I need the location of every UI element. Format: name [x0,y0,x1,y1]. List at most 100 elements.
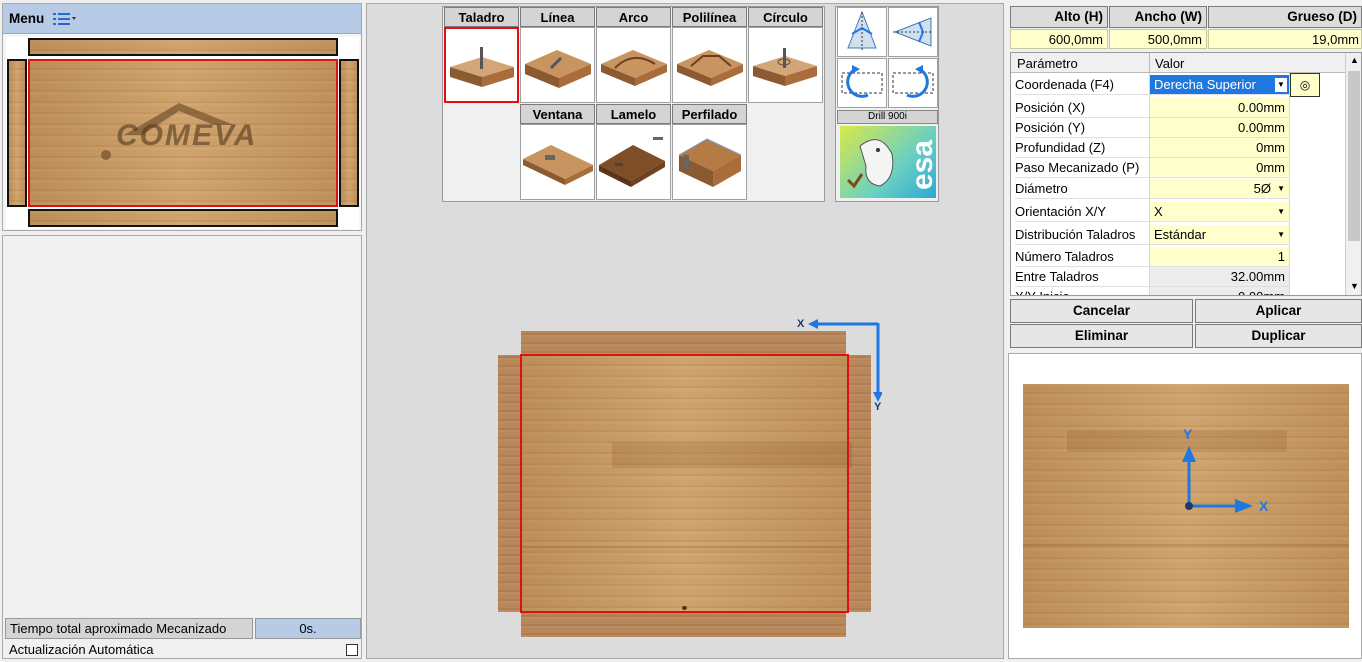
left-lower-panel: Tiempo total aproximado Mecanizado 0s. A… [2,235,362,659]
drill-icon [450,47,514,87]
thumb-edge-top [28,38,338,56]
coordinate-value: Derecha Superior [1154,77,1256,92]
position-x-field[interactable]: 0.00mm [1150,98,1289,118]
flip-horizontal-button[interactable] [837,7,887,57]
parameter-grid: Parámetro Valor Coordenada (F4) Derecha … [1010,52,1362,296]
param-column-header: Parámetro [1017,56,1078,71]
origin-axes-icon [808,319,882,402]
xy-start-field: 0.00mm [1150,287,1289,295]
axis-y-label: Y [874,401,882,413]
tool-arco-button[interactable] [596,27,671,103]
duplicate-button[interactable]: Duplicar [1195,324,1362,348]
param-row-name: Distribución Taladros [1015,225,1149,245]
line-icon [525,50,591,88]
dimensions-header: Alto (H) Ancho (W) Grueso (D) 600,0mm 50… [1008,4,1362,50]
drill-count-field[interactable]: 1 [1150,247,1289,267]
preview-axis-x-label: X [1259,498,1269,514]
grueso-header: Grueso (D) [1208,6,1362,28]
tool-lamelo-button[interactable] [596,124,671,200]
apply-button[interactable]: Aplicar [1195,299,1362,323]
param-row-name: X/Y Inicio [1015,287,1149,295]
tab-ventana[interactable]: Ventana [520,104,595,124]
profile-icon [678,138,742,187]
param-header-row: Parámetro Valor [1011,53,1345,73]
alto-header: Alto (H) [1010,6,1108,28]
rotate-left-icon [841,65,883,98]
flip-horizontal-icon [847,10,877,52]
thumb-top-face: COMEVA [28,59,338,207]
param-row-name: Entre Taladros [1015,267,1149,287]
thumb-edge-right [339,59,359,207]
rotate-right-button[interactable] [888,58,938,108]
chevron-down-icon[interactable]: ▼ [1277,202,1285,221]
tool-circulo-button[interactable] [748,27,823,103]
menu-button[interactable]: Menu [9,11,44,26]
auto-update-row: Actualización Automática [7,641,359,659]
rotate-left-button[interactable] [837,58,887,108]
depth-field[interactable]: 0mm [1150,138,1289,158]
param-row-name: Coordenada (F4) [1015,75,1149,95]
tab-polilinea[interactable]: Polilínea [672,7,747,27]
coordinate-select[interactable]: Derecha Superior ▼ [1150,75,1289,95]
scroll-thumb[interactable] [1348,71,1360,241]
rotate-right-icon [892,65,934,98]
param-row-name: Orientación X/Y [1015,202,1149,222]
ancho-field[interactable]: 500,0mm [1109,29,1207,49]
diameter-select[interactable]: 5Ø ▼ [1150,179,1289,199]
alto-field[interactable]: 600,0mm [1010,29,1108,49]
ancho-header: Ancho (W) [1109,6,1207,28]
tool-linea-button[interactable] [520,27,595,103]
wood-grain-seam [522,546,851,548]
delete-button[interactable]: Eliminar [1010,324,1193,348]
thumb-edge-left [7,59,27,207]
esa-machine-logo[interactable]: esa [840,126,936,198]
grueso-field[interactable]: 19,0mm [1208,29,1362,49]
tool-taladro-button[interactable] [444,27,519,103]
machining-time-value: 0s. [255,618,361,639]
drill-spacing-field: 32.00mm [1150,267,1289,287]
list-menu-icon[interactable] [53,12,77,26]
preview-axis-y-label: Y [1183,426,1193,442]
board-thumbnail[interactable]: COMEVA [6,37,359,229]
scroll-down-icon[interactable]: ▼ [1350,281,1359,291]
param-row-name: Diámetro [1015,179,1149,199]
tab-circulo[interactable]: Círculo [748,7,823,27]
tab-taladro[interactable]: Taladro [444,7,519,27]
window-icon [523,145,593,185]
coordinate-picker-button[interactable]: ◎ [1290,73,1320,97]
flip-vertical-icon [893,17,933,47]
chevron-down-icon[interactable]: ▼ [1275,78,1287,92]
orientation-select[interactable]: X ▼ [1150,202,1289,222]
left-panel: Menu COMEVA [2,3,362,231]
param-row-name: Profundidad (Z) [1015,138,1149,158]
tab-linea[interactable]: Línea [520,7,595,27]
tool-polilinea-button[interactable] [672,27,747,103]
cancel-button[interactable]: Cancelar [1010,299,1193,323]
board-edge-left [498,355,520,612]
chevron-down-icon[interactable]: ▼ [1277,225,1285,244]
auto-update-checkbox[interactable] [346,644,358,656]
esa-logo-text: esa [906,139,936,191]
circle-icon [753,48,817,86]
preview-panel: Y X [1008,353,1362,659]
orientation-value: X [1154,204,1163,219]
thumb-edge-bottom [28,209,338,227]
tool-ventana-button[interactable] [520,124,595,200]
position-y-field[interactable]: 0.00mm [1150,118,1289,138]
distribution-select[interactable]: Estándar ▼ [1150,225,1289,245]
menu-bar: Menu [3,4,361,34]
chevron-down-icon[interactable]: ▼ [1277,179,1285,198]
step-field[interactable]: 0mm [1150,158,1289,178]
tab-perfilado[interactable]: Perfilado [672,104,747,124]
board-edge-bottom [521,613,846,637]
machining-time-label: Tiempo total aproximado Mecanizado [5,618,253,639]
tool-perfilado-button[interactable] [672,124,747,200]
tab-arco[interactable]: Arco [596,7,671,27]
param-scrollbar[interactable]: ▲ ▼ [1345,53,1361,295]
distribution-value: Estándar [1154,227,1207,242]
scroll-up-icon[interactable]: ▲ [1350,55,1359,65]
wood-grain-plank [612,442,852,468]
tab-lamelo[interactable]: Lamelo [596,104,671,124]
wood-knot [682,606,687,610]
flip-vertical-button[interactable] [888,7,938,57]
